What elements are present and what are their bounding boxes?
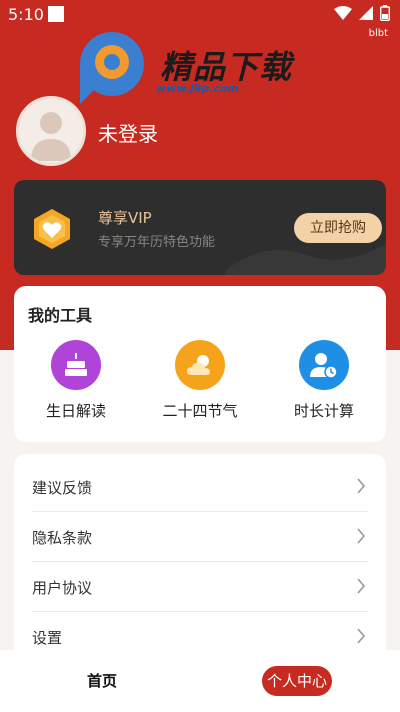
- chevron-right-icon: [357, 628, 366, 644]
- buy-now-button[interactable]: 立即抢购: [294, 213, 382, 243]
- vip-title: 尊享VIP: [98, 209, 152, 227]
- tool-birthday[interactable]: 生日解读: [21, 340, 131, 421]
- wifi-icon: [334, 6, 352, 20]
- tab-home[interactable]: 首页: [60, 670, 144, 691]
- user-clock-icon: [299, 340, 349, 390]
- avatar[interactable]: [16, 96, 86, 166]
- settings-menu: 建议反馈 隐私条款 用户协议 设置: [14, 454, 386, 674]
- login-status[interactable]: 未登录: [98, 118, 158, 147]
- default-avatar-icon: [31, 112, 71, 161]
- notification-icon: [48, 6, 64, 22]
- watermark: 精品下载 www.j9p.com: [68, 28, 328, 108]
- cake-icon: [51, 340, 101, 390]
- watermark-url: www.j9p.com: [156, 82, 239, 95]
- signal-icon: [359, 6, 373, 20]
- menu-label-privacy: 隐私条款: [32, 529, 93, 547]
- my-tools-card: 我的工具 生日解读 二十四节气 时长计算: [14, 286, 386, 442]
- tool-label-duration: 时长计算: [293, 402, 354, 420]
- tab-profile[interactable]: 个人中心: [262, 666, 332, 696]
- tool-solar-terms[interactable]: 二十四节气: [145, 340, 255, 421]
- vip-banner[interactable]: 尊享VIP 专享万年历特色功能 立即抢购: [14, 180, 386, 275]
- chevron-right-icon: [357, 578, 366, 594]
- menu-item-user-agreement[interactable]: 用户协议: [32, 562, 368, 612]
- chevron-right-icon: [357, 528, 366, 544]
- menu-label-user-agreement: 用户协议: [32, 579, 93, 597]
- tools-title: 我的工具: [28, 306, 93, 325]
- tool-duration[interactable]: 时长计算: [269, 340, 379, 421]
- vip-heart-badge-icon: [34, 209, 70, 249]
- vip-subtitle: 专享万年历特色功能: [98, 235, 216, 250]
- chevron-right-icon: [357, 478, 366, 494]
- tool-label-solar-terms: 二十四节气: [162, 402, 238, 420]
- tool-label-birthday: 生日解读: [45, 402, 106, 420]
- sun-cloud-icon: [175, 340, 225, 390]
- bottom-nav: 首页 个人中心: [0, 650, 400, 712]
- menu-item-privacy[interactable]: 隐私条款: [32, 512, 368, 562]
- menu-item-feedback[interactable]: 建议反馈: [32, 462, 368, 512]
- status-bar: 5:10 blbt: [0, 0, 400, 39]
- status-extra-label: blbt: [368, 28, 388, 39]
- watermark-logo-icon: [80, 32, 144, 104]
- menu-label-settings: 设置: [32, 629, 63, 647]
- battery-icon: [380, 5, 390, 21]
- menu-label-feedback: 建议反馈: [32, 479, 93, 497]
- status-time: 5:10: [8, 5, 44, 24]
